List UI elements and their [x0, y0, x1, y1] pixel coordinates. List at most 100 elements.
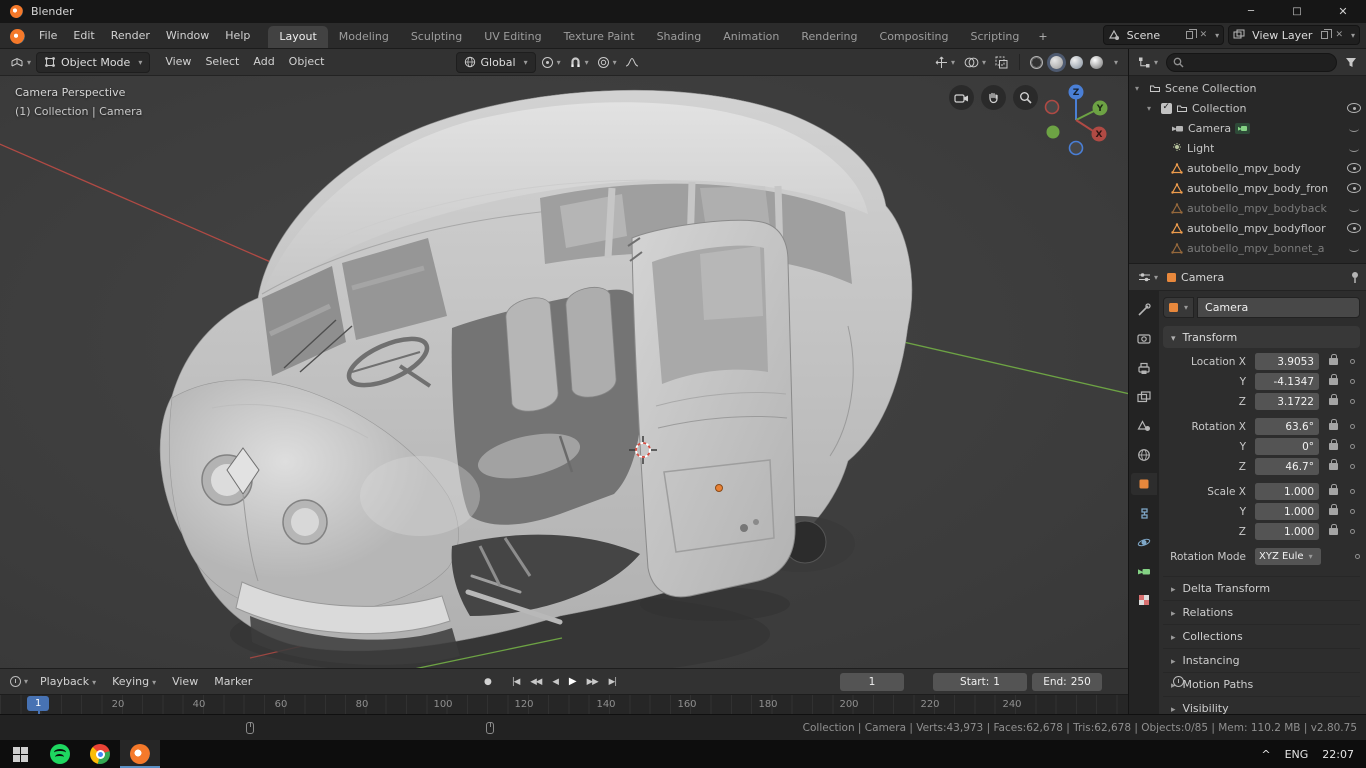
- eye-open-icon[interactable]: [1347, 101, 1361, 115]
- menu-render[interactable]: Render: [103, 23, 158, 48]
- blender-menu-icon[interactable]: [10, 29, 25, 44]
- panel-motion-paths[interactable]: Motion Paths: [1163, 672, 1360, 696]
- shading-options-dropdown[interactable]: [1108, 56, 1121, 69]
- lock-icon[interactable]: [1329, 443, 1338, 450]
- object-name-field[interactable]: Camera: [1197, 297, 1360, 318]
- language-indicator[interactable]: ENG: [1285, 748, 1309, 761]
- collection-checkbox[interactable]: [1161, 103, 1172, 114]
- play-button[interactable]: ▶: [565, 673, 580, 690]
- marker-menu[interactable]: Marker: [207, 669, 259, 694]
- item-label[interactable]: Collection: [1192, 102, 1246, 115]
- tab-rendering[interactable]: Rendering: [790, 26, 868, 48]
- unlink-scene-button[interactable]: ✕: [1198, 30, 1210, 40]
- start-button[interactable]: [0, 740, 40, 768]
- eye-open-icon[interactable]: [1347, 181, 1361, 195]
- scale-x-field[interactable]: 1.000: [1255, 483, 1319, 500]
- gizmo-neg-z-axis[interactable]: [1070, 142, 1083, 155]
- tab-shading[interactable]: Shading: [646, 26, 713, 48]
- tab-render[interactable]: [1131, 328, 1157, 350]
- taskbar-spotify[interactable]: [40, 740, 80, 768]
- tab-tool[interactable]: [1131, 299, 1157, 321]
- mode-dropdown[interactable]: Object Mode: [36, 52, 150, 73]
- close-button[interactable]: ✕: [1320, 0, 1366, 23]
- rotation-z-field[interactable]: 46.7°: [1255, 458, 1319, 475]
- outliner-row-scene-collection[interactable]: ▾ Scene Collection: [1129, 78, 1366, 98]
- panel-expand-icon[interactable]: [1171, 630, 1176, 643]
- remove-view-layer-button[interactable]: ✕: [1333, 30, 1345, 40]
- next-keyframe-button[interactable]: ▶▶: [583, 674, 602, 690]
- tab-sculpting[interactable]: Sculpting: [400, 26, 473, 48]
- tab-scene[interactable]: [1131, 415, 1157, 437]
- tab-layout[interactable]: Layout: [268, 26, 327, 48]
- xray-toggle[interactable]: [992, 54, 1011, 71]
- animate-dot-icon[interactable]: [1350, 379, 1355, 384]
- outliner-row-mesh[interactable]: autobello_mpv_bodyback: [1129, 198, 1366, 218]
- previous-keyframe-button[interactable]: ◀◀: [526, 674, 545, 690]
- location-y-field[interactable]: -4.1347: [1255, 373, 1319, 390]
- pin-button[interactable]: [1350, 271, 1360, 283]
- animate-dot-icon[interactable]: [1350, 444, 1355, 449]
- transform-orientation-dropdown[interactable]: Global: [456, 52, 536, 73]
- jump-to-end-button[interactable]: ▶|: [605, 674, 620, 690]
- menu-select[interactable]: Select: [198, 49, 246, 75]
- tab-uv-editing[interactable]: UV Editing: [473, 26, 552, 48]
- animate-dot-icon[interactable]: [1350, 529, 1355, 534]
- item-label[interactable]: Light: [1187, 142, 1214, 155]
- overlays-dropdown[interactable]: [961, 54, 989, 71]
- current-frame-field[interactable]: 1: [840, 673, 904, 691]
- shading-rendered-icon[interactable]: [1090, 56, 1103, 69]
- eye-closed-icon[interactable]: [1347, 241, 1361, 255]
- snap-toggle[interactable]: [566, 54, 592, 71]
- panel-expand-icon[interactable]: [1171, 606, 1176, 619]
- disclosure-icon[interactable]: ▾: [1147, 104, 1157, 113]
- item-label[interactable]: autobello_mpv_body: [1187, 162, 1301, 175]
- tab-scripting[interactable]: Scripting: [959, 26, 1030, 48]
- lock-icon[interactable]: [1329, 378, 1338, 385]
- auto-keying-button[interactable]: ●: [480, 674, 495, 690]
- eye-closed-icon[interactable]: [1347, 121, 1361, 135]
- tab-physics[interactable]: [1131, 531, 1157, 553]
- animate-dot-icon[interactable]: [1350, 464, 1355, 469]
- maximize-button[interactable]: □: [1274, 0, 1320, 23]
- playback-menu[interactable]: Playback: [33, 669, 103, 695]
- falloff-curve-icon[interactable]: [622, 54, 642, 70]
- location-z-field[interactable]: 3.1722: [1255, 393, 1319, 410]
- lock-icon[interactable]: [1329, 423, 1338, 430]
- frame-start-field[interactable]: Start: 1: [933, 673, 1027, 691]
- outliner-row-camera[interactable]: Camera: [1129, 118, 1366, 138]
- tab-animation[interactable]: Animation: [712, 26, 790, 48]
- panel-visibility[interactable]: Visibility: [1163, 696, 1360, 714]
- menu-edit[interactable]: Edit: [65, 23, 102, 48]
- pan-view-button[interactable]: [981, 85, 1006, 110]
- navigation-gizmo[interactable]: Z Y X: [1038, 82, 1114, 158]
- tab-object-data[interactable]: [1131, 560, 1157, 582]
- scale-y-field[interactable]: 1.000: [1255, 503, 1319, 520]
- gizmo-neg-x-axis[interactable]: [1046, 101, 1059, 114]
- lock-icon[interactable]: [1329, 463, 1338, 470]
- tab-world[interactable]: [1131, 444, 1157, 466]
- filter-button[interactable]: [1342, 55, 1360, 70]
- clock-time[interactable]: 22:07: [1322, 748, 1354, 761]
- lock-icon[interactable]: [1329, 528, 1338, 535]
- panel-instancing[interactable]: Instancing: [1163, 648, 1360, 672]
- editor-type-outliner[interactable]: [1135, 54, 1161, 71]
- jump-to-start-button[interactable]: |◀: [508, 674, 523, 690]
- show-gizmo-dropdown[interactable]: [932, 54, 958, 71]
- object-id-selector[interactable]: [1163, 297, 1194, 318]
- eye-closed-icon[interactable]: [1347, 141, 1361, 155]
- item-label[interactable]: Camera: [1188, 122, 1231, 135]
- view-layer-name[interactable]: View Layer: [1248, 29, 1316, 42]
- tab-compositing[interactable]: Compositing: [869, 26, 960, 48]
- playhead[interactable]: 1: [27, 696, 49, 711]
- timeline-view-menu[interactable]: View: [165, 669, 205, 694]
- animate-dot-icon[interactable]: [1350, 509, 1355, 514]
- animate-dot-icon[interactable]: [1350, 399, 1355, 404]
- scale-z-field[interactable]: 1.000: [1255, 523, 1319, 540]
- panel-relations[interactable]: Relations: [1163, 600, 1360, 624]
- rotation-y-field[interactable]: 0°: [1255, 438, 1319, 455]
- lock-icon[interactable]: [1329, 488, 1338, 495]
- tab-object[interactable]: [1131, 473, 1157, 495]
- tab-texture[interactable]: [1131, 589, 1157, 611]
- item-label[interactable]: autobello_mpv_bodyback: [1187, 202, 1327, 215]
- location-x-field[interactable]: 3.9053: [1255, 353, 1319, 370]
